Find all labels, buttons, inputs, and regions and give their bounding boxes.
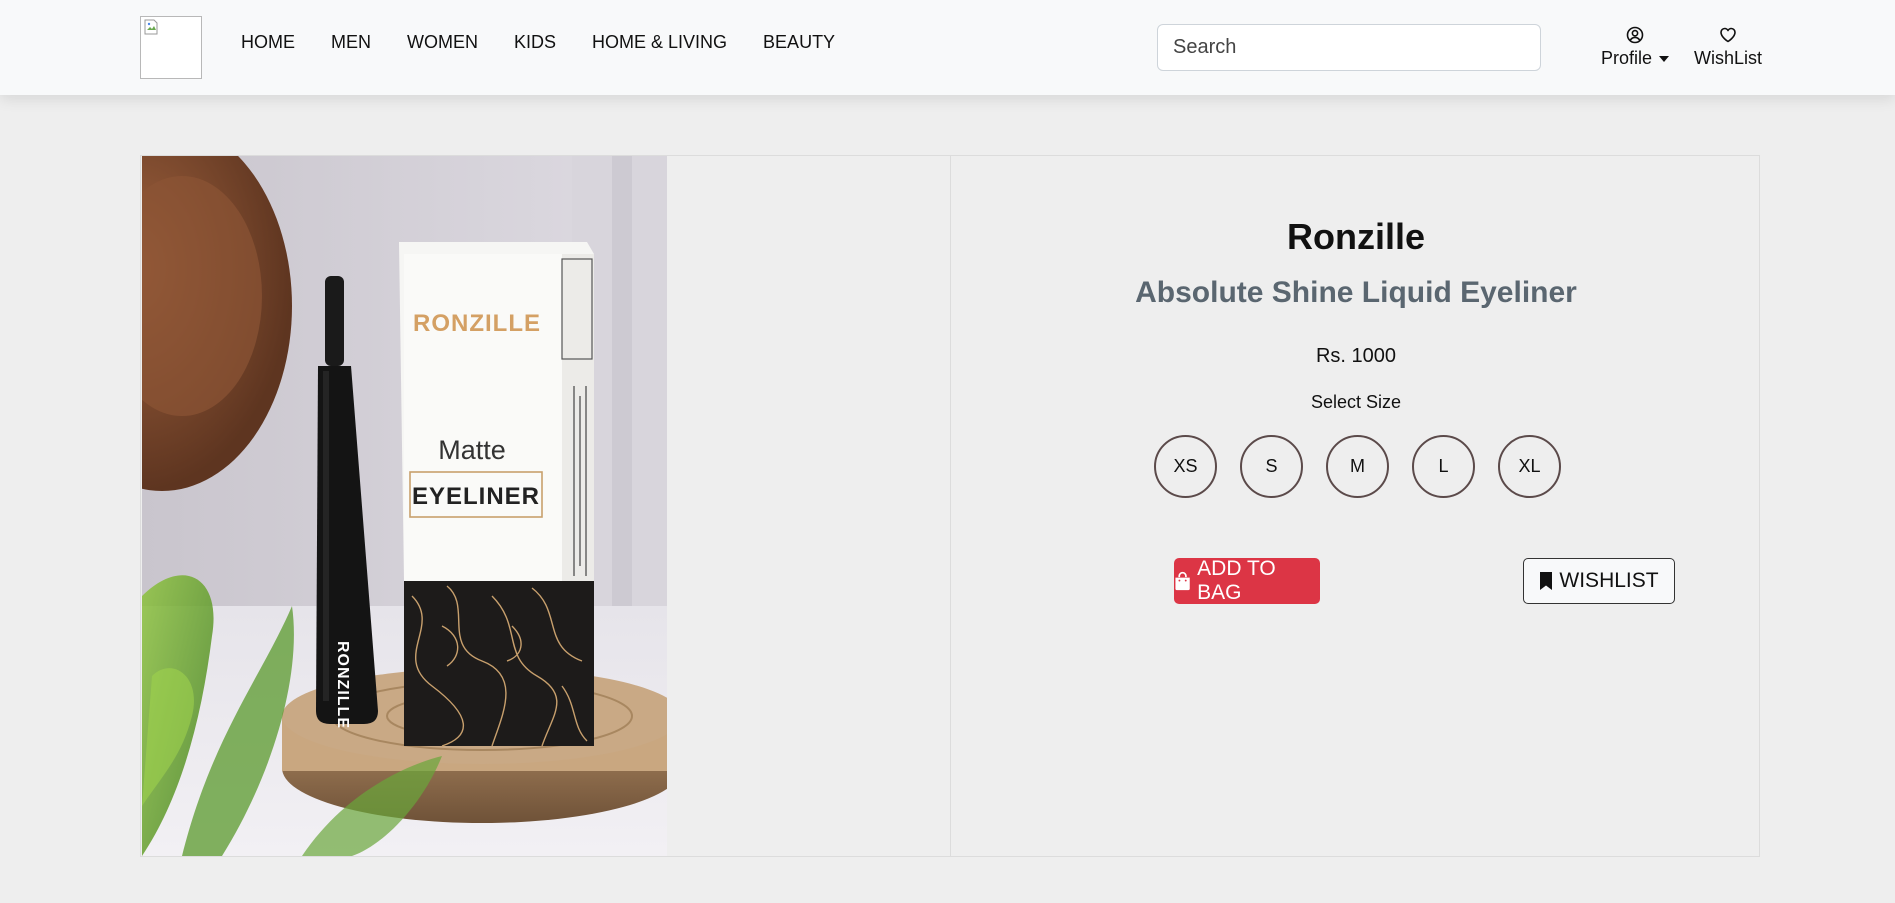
add-to-bag-label: ADD TO BAG: [1197, 557, 1276, 604]
product-name: Absolute Shine Liquid Eyeliner: [1135, 276, 1577, 309]
profile-dropdown[interactable]: Profile: [1601, 26, 1670, 69]
product-image-panel: RONZILLE RONZILLE Matte EYELINER: [141, 156, 951, 856]
product-brand: Ronzille: [1286, 216, 1425, 257]
user-circle-icon: [1626, 26, 1644, 44]
box-line2-text: EYELINER: [412, 483, 540, 510]
nav-link-women[interactable]: WOMEN: [389, 32, 496, 53]
broken-image-icon: [144, 19, 158, 35]
bottle-brand-text: RONZILLE: [334, 641, 351, 729]
size-option-l[interactable]: L: [1412, 435, 1475, 498]
heart-icon: [1720, 27, 1736, 43]
site-logo[interactable]: [140, 16, 202, 79]
size-option-xl[interactable]: XL: [1498, 435, 1561, 498]
navbar: HOME MEN WOMEN KIDS HOME & LIVING BEAUTY…: [0, 0, 1895, 95]
nav-link-kids[interactable]: KIDS: [496, 32, 574, 53]
caret-down-icon: [1659, 55, 1670, 62]
add-to-bag-button[interactable]: ADD TO BAG: [1174, 557, 1320, 604]
box-brand-text: RONZILLE: [413, 310, 541, 337]
wishlist-nav-button[interactable]: WishList: [1694, 26, 1762, 69]
search-input[interactable]: [1157, 24, 1541, 71]
size-option-s[interactable]: S: [1240, 435, 1303, 498]
wishlist-nav-label: WishList: [1694, 48, 1763, 68]
size-option-m[interactable]: M: [1326, 435, 1389, 498]
profile-label: Profile: [1601, 48, 1653, 68]
size-option-xs[interactable]: XS: [1154, 435, 1217, 498]
product-price: Rs. 1000: [1315, 345, 1397, 367]
select-size-label: Select Size: [1310, 392, 1402, 412]
product-info-panel: Ronzille Absolute Shine Liquid Eyeliner …: [952, 156, 1760, 856]
bookmark-icon: [1540, 572, 1553, 590]
product-photo: RONZILLE RONZILLE Matte EYELINER: [142, 156, 667, 856]
wishlist-button-label: WISHLIST: [1559, 569, 1659, 592]
nav-link-beauty[interactable]: BEAUTY: [745, 32, 853, 53]
main-nav: HOME MEN WOMEN KIDS HOME & LIVING BEAUTY: [223, 0, 853, 84]
size-selector: XS S M L XL: [1154, 435, 1561, 498]
shopping-bag-icon: [1175, 571, 1190, 591]
box-line1-text: Matte: [438, 435, 506, 465]
wishlist-button[interactable]: WISHLIST: [1523, 558, 1675, 604]
nav-link-home-living[interactable]: HOME & LIVING: [574, 32, 745, 53]
product-card: RONZILLE RONZILLE Matte EYELINER Ronzill…: [140, 155, 1760, 857]
nav-link-men[interactable]: MEN: [313, 32, 389, 53]
nav-link-home[interactable]: HOME: [223, 32, 313, 53]
